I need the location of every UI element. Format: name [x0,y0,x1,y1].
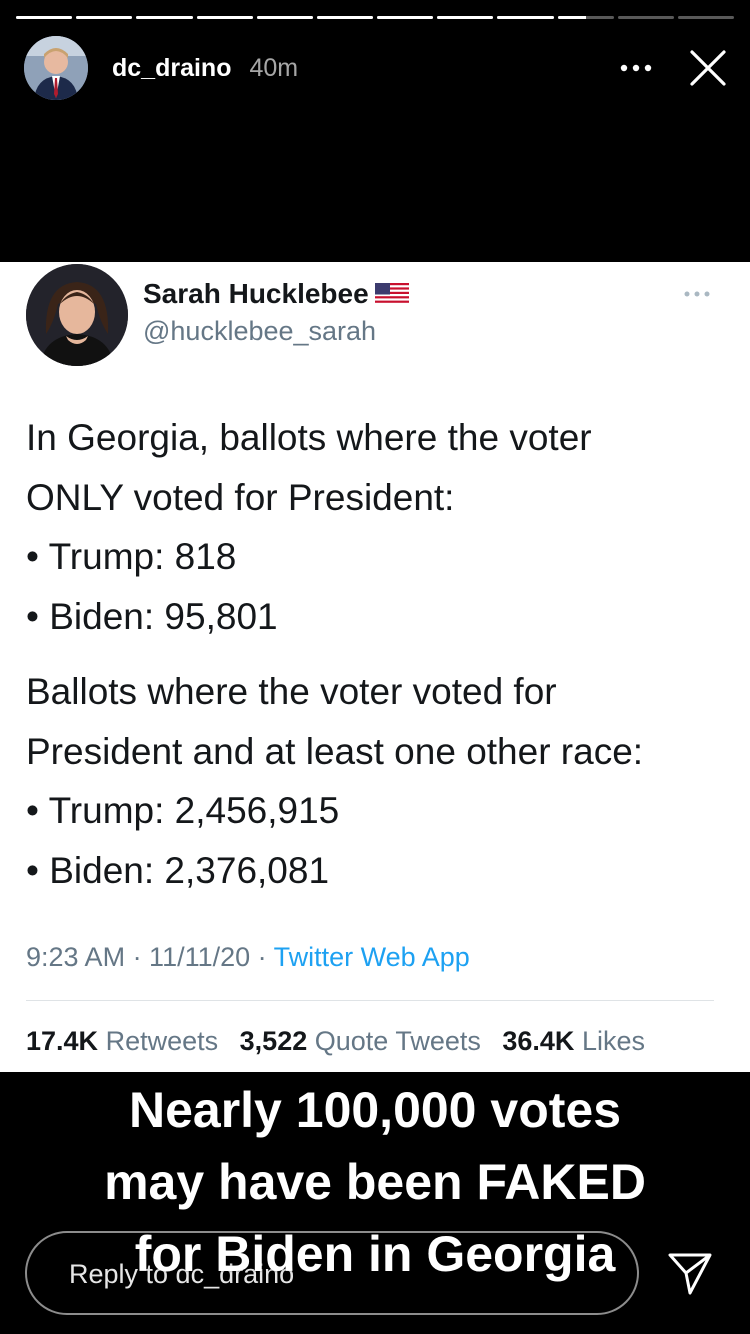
progress-fill [497,16,554,19]
tweet-text: In Georgia, ballots where the voter ONLY… [26,408,724,900]
progress-fill [557,16,586,19]
progress-fill [256,16,313,19]
progress-segment [617,16,674,19]
progress-segment [76,16,133,19]
progress-segment [497,16,554,19]
tweet-timestamp: 9:23 AM · 11/11/20 · Twitter Web App [26,942,470,972]
progress-segment [677,16,735,19]
ellipsis-icon [684,291,710,297]
progress-segment [557,16,614,19]
us-flag-icon [374,283,409,305]
progress-fill [377,16,434,19]
likes-stat: 36.4K Likes [502,1026,645,1056]
tweet-line: President and at least one other race: [26,730,644,772]
caption-line: for Biden in Georgia [134,1226,616,1282]
close-icon [690,50,726,86]
progress-fill [136,16,193,19]
tweet-line: ONLY voted for President: [26,476,455,518]
progress-fill [316,16,374,19]
tweet-more-button [684,284,710,302]
quote-tweets-stat: 3,522 Quote Tweets [239,1026,481,1056]
progress-segment [316,16,374,19]
progress-segment [16,16,73,19]
retweets-stat: 17.4K Retweets [26,1026,219,1056]
close-button[interactable] [686,46,730,90]
tweet-card: Sarah Hucklebee @hucklebee_sarah In Geor… [0,262,750,1072]
progress-fill [437,16,494,19]
progress-segment [437,16,494,19]
story-progress [16,16,735,20]
tweet-line: • Biden: 2,376,081 [26,849,330,891]
tweet-stats: 17.4K Retweets 3,522 Quote Tweets 36.4K … [26,1026,659,1057]
story-caption: Nearly 100,000 votes may have been FAKED… [0,1074,750,1290]
progress-fill [76,16,133,19]
caption-line: Nearly 100,000 votes [128,1082,622,1138]
tweet-line: In Georgia, ballots where the voter [26,417,592,458]
post-time: 40m [249,53,299,82]
progress-segment [196,16,253,19]
progress-segment [136,16,193,19]
divider [26,1000,714,1001]
tweet-line: • Biden: 95,801 [26,595,278,637]
avatar[interactable] [24,36,88,100]
progress-fill [196,16,253,19]
story-header: dc_draino 40m [24,34,730,102]
tweet-line: Ballots where the voter voted for [26,671,557,712]
progress-segment [256,16,313,19]
progress-fill [16,16,73,19]
tweet-author-handle: @hucklebee_sarah [143,316,377,346]
caption-line: may have been FAKED [104,1154,646,1210]
tweet-avatar [26,264,128,366]
more-options-button[interactable] [614,46,658,90]
tweet-source-app: Twitter Web App [273,942,470,972]
username[interactable]: dc_draino [112,54,231,83]
ellipsis-icon [620,64,652,72]
tweet-line: • Trump: 2,456,915 [26,790,340,831]
tweet-author-name: Sarah Hucklebee [143,278,409,310]
progress-segment [377,16,434,19]
tweet-line: • Trump: 818 [26,536,237,577]
